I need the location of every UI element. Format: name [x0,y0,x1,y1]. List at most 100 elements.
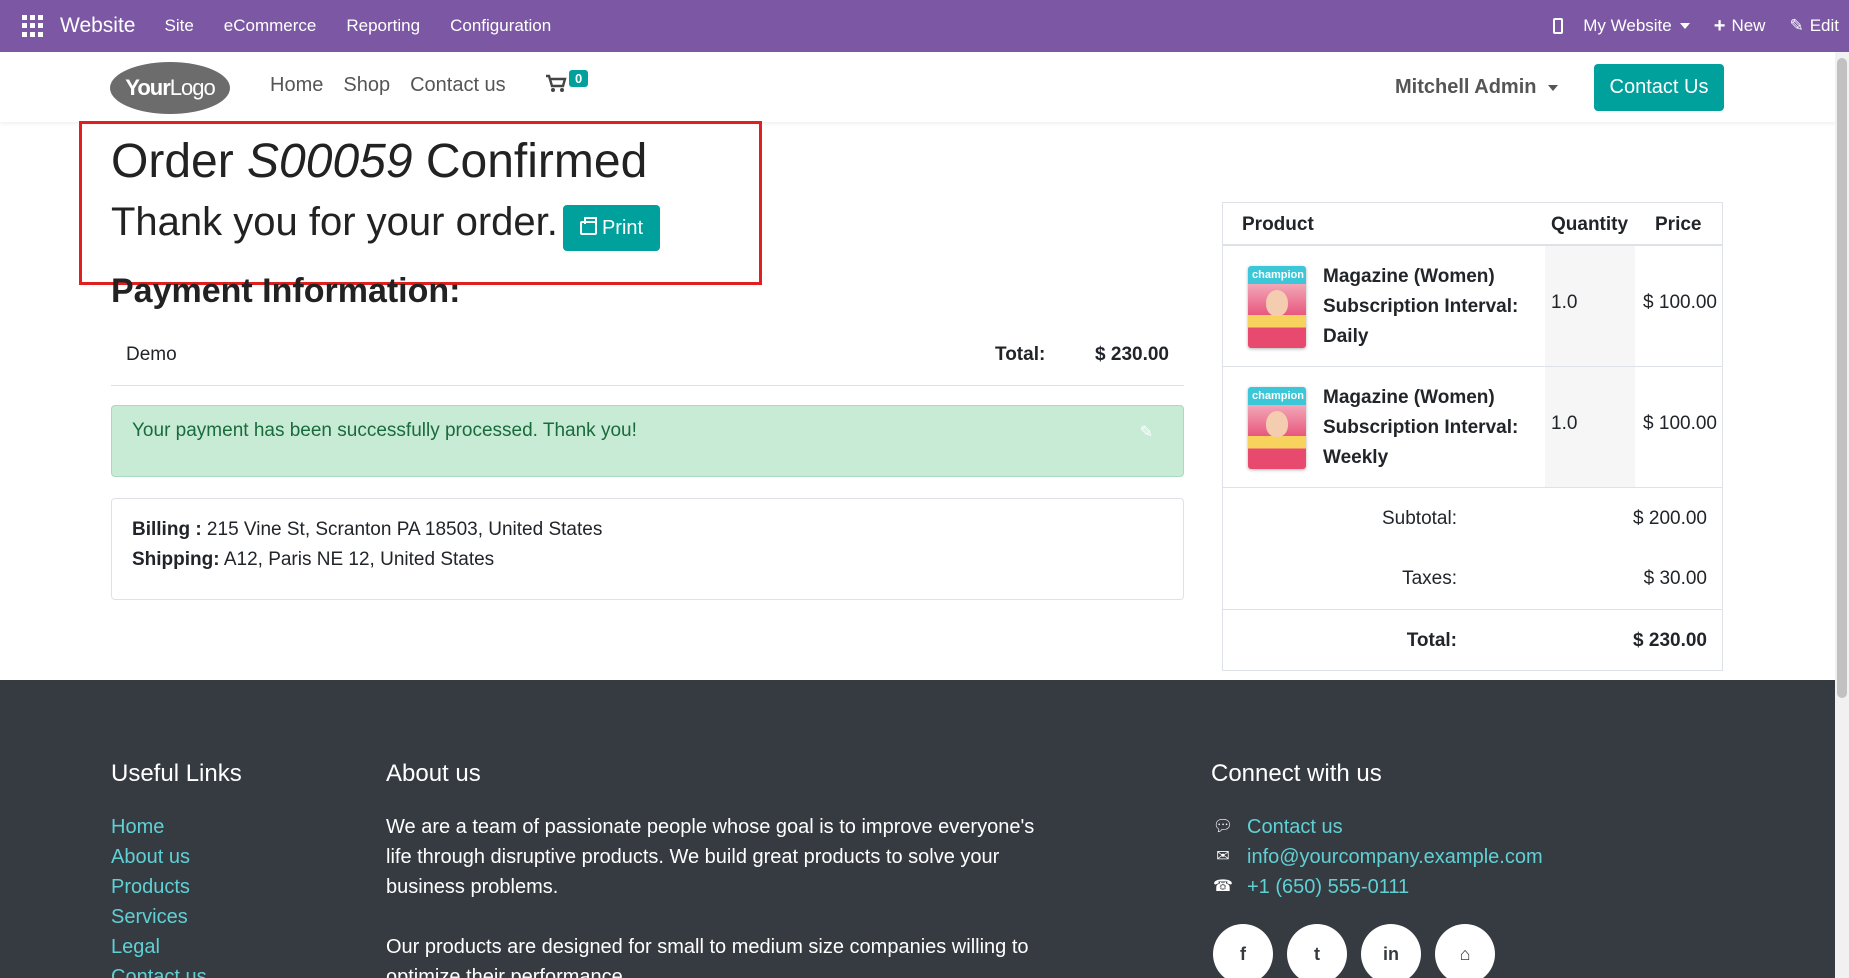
total-value: $ 230.00 [1633,630,1707,651]
edit-label: Edit [1809,16,1839,35]
home-icon[interactable]: ⌂ [1435,924,1495,978]
mobile-preview-button[interactable] [1553,18,1583,34]
footer-link-products[interactable]: Products [111,872,207,902]
admin-menu-configuration[interactable]: Configuration [435,16,566,36]
payment-success-alert: Your payment has been successfully proce… [111,405,1184,477]
footer-link-about[interactable]: About us [111,842,207,872]
linkedin-icon[interactable]: in [1361,924,1421,978]
apps-grid-icon[interactable] [22,15,44,37]
page-scrollbar[interactable] [1835,52,1849,978]
chevron-down-icon [1679,23,1690,29]
footer-link-home[interactable]: Home [111,812,207,842]
payment-row: Demo Total: $ 230.00 [111,330,1184,386]
footer-link-services[interactable]: Services [111,902,207,932]
footer-link-contact[interactable]: Contact us [111,962,207,978]
phone-link: +1 (650) 555-0111 [1247,876,1410,898]
product-thumbnail[interactable]: champion [1248,266,1306,348]
edit-pencil-icon[interactable]: ✎ [1140,422,1153,442]
print-button[interactable]: Print [563,205,660,251]
billing-value: 215 Vine St, Scranton PA 18503, United S… [201,519,603,540]
connect-title: Connect with us [1211,760,1382,787]
billing-address: Billing : 215 Vine St, Scranton PA 18503… [132,519,602,541]
new-button[interactable]: + New [1714,15,1766,38]
total-label: Total: [1406,630,1457,651]
user-name: Mitchell Admin [1395,76,1537,98]
order-summary-table: Product Quantity Price champion Magazine… [1222,202,1723,671]
admin-menu: Site eCommerce Reporting Configuration [149,16,566,36]
thumbnail-face [1266,411,1288,437]
comment-icon: 💬︎ [1212,818,1234,835]
facebook-icon[interactable]: f [1213,924,1273,978]
admin-brand[interactable]: Website [60,14,135,38]
connect-contact[interactable]: 💬︎ Contact us [1211,812,1543,842]
nav-contact-us[interactable]: Contact us [400,74,516,97]
product-thumbnail[interactable]: champion [1248,387,1306,469]
summary-header: Product Quantity Price [1223,203,1722,246]
product-qty: 1.0 [1551,292,1578,313]
admin-menu-reporting[interactable]: Reporting [331,16,435,36]
shipping-value: A12, Paris NE 12, United States [219,549,495,570]
order-title: Order S00059 Confirmed [111,134,647,189]
payment-total-value: $ 230.00 [1095,344,1169,365]
address-card: Billing : 215 Vine St, Scranton PA 18503… [111,498,1184,600]
user-menu[interactable]: Mitchell Admin [1395,76,1559,99]
total-row: Total: $ 230.00 [1223,609,1722,671]
twitter-icon[interactable]: t [1287,924,1347,978]
useful-links-title: Useful Links [111,760,242,787]
footer-link-legal[interactable]: Legal [111,932,207,962]
subtotal-value: $ 200.00 [1633,508,1707,529]
plus-icon: + [1713,14,1726,37]
about-paragraph-1: We are a team of passionate people whose… [386,816,1035,898]
admin-right-tools: My Website + New ✎ Edit [1529,0,1839,52]
connect-email[interactable]: ✉ info@yourcompany.example.com [1211,842,1543,872]
website-selector-label: My Website [1583,16,1672,35]
thank-you-text: Thank you for your order. [111,200,558,244]
col-price: Price [1655,214,1702,235]
useful-links-list: Home About us Products Services Legal Co… [111,812,207,978]
admin-menu-ecommerce[interactable]: eCommerce [209,16,332,36]
printer-icon [579,217,597,235]
chevron-down-icon [1548,84,1559,91]
nav-shop[interactable]: Shop [333,74,400,97]
contact-link: Contact us [1247,816,1343,838]
connect-phone[interactable]: ☎ +1 (650) 555-0111 [1211,872,1543,902]
product-name: Magazine (Women) Subscription Interval: … [1323,387,1519,468]
about-title: About us [386,760,481,787]
thumbnail-text: champion [1252,390,1304,402]
cart-count-badge: 0 [569,70,589,87]
logo-text-light: Logo [169,75,216,100]
cart-button[interactable]: 0 [545,70,589,100]
admin-menu-site[interactable]: Site [149,16,208,36]
connect-list: 💬︎ Contact us ✉ info@yourcompany.example… [1211,812,1543,902]
about-text: We are a team of passionate people whose… [386,812,1046,978]
mobile-icon [1553,18,1564,34]
phone-icon: ☎ [1213,878,1233,895]
site-logo[interactable]: Your Logo [110,62,230,114]
taxes-label: Taxes: [1402,568,1457,589]
table-row: champion Magazine (Women) Subscription I… [1223,246,1722,367]
order-title-suffix: Confirmed [412,135,648,188]
product-qty: 1.0 [1551,413,1578,434]
email-link: info@yourcompany.example.com [1247,846,1543,868]
thumbnail-face [1266,290,1288,316]
payment-heading: Payment Information: [111,272,461,310]
thumbnail-text: champion [1252,269,1304,281]
shopping-cart-icon [546,74,567,92]
order-title-prefix: Order [111,135,248,188]
payment-total-label: Total: [995,344,1046,365]
site-nav: Home Shop Contact us [260,74,516,97]
website-selector[interactable]: My Website [1583,16,1690,36]
shipping-label: Shipping: [132,549,220,570]
billing-label: Billing : [132,519,202,540]
print-label: Print [601,216,644,239]
contact-us-button[interactable]: Contact Us [1594,64,1724,111]
site-header: Your Logo Home Shop Contact us 0 Mitchell… [0,52,1849,122]
col-quantity: Quantity [1551,214,1629,235]
social-buttons: f t in ⌂ [1213,924,1495,978]
scrollbar-thumb[interactable] [1837,58,1847,698]
admin-bar: Website Site eCommerce Reporting Configu… [0,0,1849,52]
envelope-icon: ✉ [1216,848,1230,865]
nav-home[interactable]: Home [260,74,333,97]
table-row: champion Magazine (Women) Subscription I… [1223,367,1722,488]
edit-button[interactable]: ✎ Edit [1789,16,1839,36]
